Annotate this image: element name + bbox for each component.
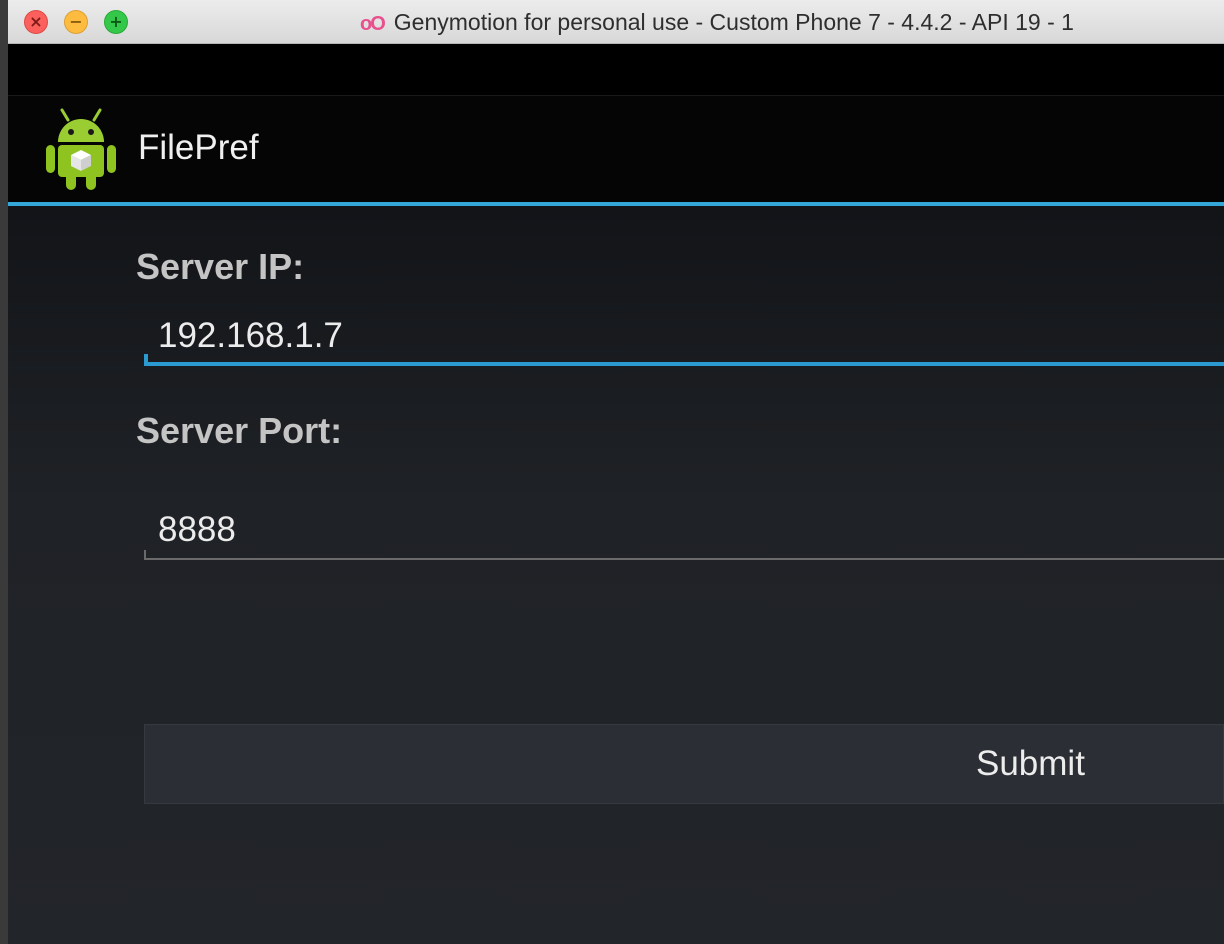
server-port-underline [144,558,1224,560]
main-content: Server IP: Server Port: Submit [8,206,1224,944]
window-titlebar[interactable]: × − + oO Genymotion for personal use - Cu… [8,0,1224,44]
server-ip-input[interactable] [158,312,1158,360]
desktop-edge [0,0,8,944]
server-port-input[interactable] [158,506,1158,554]
server-port-label: Server Port: [136,410,343,451]
server-ip-label: Server IP: [136,246,305,287]
window-close-button[interactable]: × [24,10,48,34]
action-bar: FilePref [8,95,1224,202]
server-port-field-container[interactable] [144,500,1224,560]
window-title-text: Genymotion for personal use - Custom Pho… [393,9,1074,35]
window-maximize-button[interactable]: + [104,10,128,34]
window-minimize-button[interactable]: − [64,10,88,34]
android-status-bar [8,44,1224,95]
server-ip-underline-tick [144,354,148,366]
genymotion-logo-icon: oO [360,13,386,35]
genymotion-window: × − + oO Genymotion for personal use - Cu… [8,0,1224,944]
android-robot-icon[interactable] [44,106,118,192]
server-ip-underline [144,362,1224,366]
submit-button[interactable]: Submit [144,724,1224,804]
server-port-underline-tick [144,550,146,560]
app-title: FilePref [138,128,259,167]
window-title: oO Genymotion for personal use - Custom P… [360,0,1074,44]
server-ip-field-container[interactable] [144,306,1224,366]
